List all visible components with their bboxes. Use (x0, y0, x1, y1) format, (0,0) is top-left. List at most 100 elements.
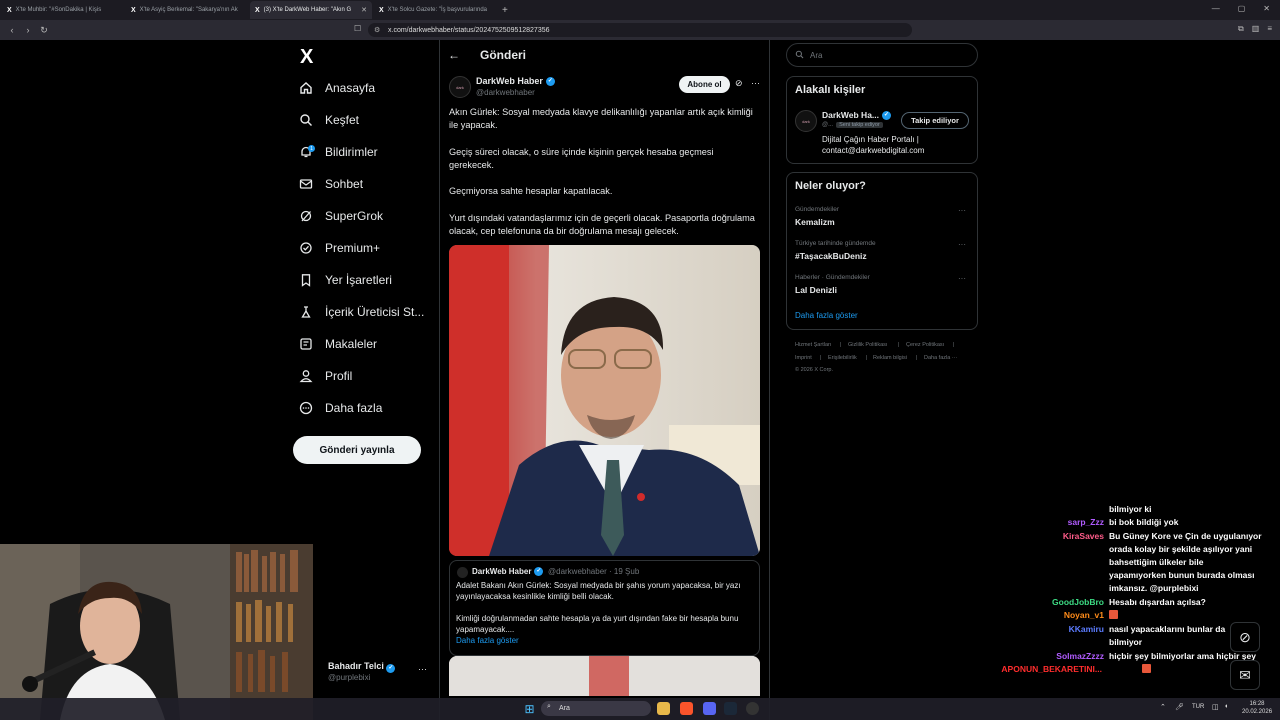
tray-chevron-icon[interactable]: ⌃ (1160, 703, 1166, 711)
home-icon (299, 81, 313, 95)
x-logo-icon: X (7, 6, 12, 14)
nav-supergrok[interactable]: SuperGrok (299, 206, 383, 226)
trends-show-more-link[interactable]: Daha fazla göster (795, 311, 858, 320)
post-button[interactable]: Gönderi yayınla (293, 436, 421, 464)
x-home-logo[interactable]: X (300, 46, 313, 69)
footer-link[interactable]: Reklam bilgisi (873, 355, 907, 361)
tweet-author-handle[interactable]: @darkwebhaber (476, 88, 535, 97)
more-options-icon[interactable]: ··· (751, 78, 760, 88)
account-name[interactable]: Bahadır Telci ✓ (328, 661, 396, 673)
quote-photo[interactable] (449, 656, 760, 696)
browser-extensions: ⧉ ▥ ≡ (1238, 24, 1272, 34)
new-tab-icon[interactable]: + (502, 5, 508, 16)
file-explorer-icon[interactable] (657, 702, 670, 715)
grok-float-button[interactable]: ⊘ (1230, 622, 1260, 652)
footer-link[interactable]: Daha fazla ··· (924, 355, 957, 361)
related-name[interactable]: DarkWeb Ha... ✓ (822, 110, 892, 120)
grok-icon (299, 209, 313, 223)
bookmark-page-icon[interactable]: ☐ (354, 24, 361, 33)
forward-icon[interactable]: › (20, 25, 36, 35)
footer-link[interactable]: Hizmet Şartları (795, 342, 831, 348)
verified-badge-icon: ✓ (545, 76, 555, 86)
close-tab-icon[interactable]: ✕ (361, 6, 367, 14)
follows-you-badge: Seni takip ediyor (836, 122, 883, 128)
verified-badge-icon: ✓ (882, 110, 892, 120)
maximize-icon[interactable]: ▢ (1238, 4, 1246, 13)
steam-icon[interactable] (724, 702, 737, 715)
obs-icon[interactable] (746, 702, 759, 715)
browser-tab[interactable]: X X'te Asyiç Berkemal: "Sakarya'nın Ak (126, 1, 248, 19)
tweet-photo[interactable] (449, 245, 760, 556)
chat-username: KKamiru (1068, 624, 1104, 634)
verified-badge-icon: ✓ (386, 664, 396, 673)
nav-explore[interactable]: Keşfet (299, 110, 359, 130)
taskbar-clock[interactable]: 16:28 20.02.2026 (1242, 700, 1272, 716)
close-window-icon[interactable]: ✕ (1263, 4, 1270, 13)
nav-more[interactable]: Daha fazla (299, 398, 382, 418)
brave-browser-icon[interactable] (680, 702, 693, 715)
microphone-icon[interactable]: 🎤︎ (1175, 703, 1184, 711)
nav-home[interactable]: Anasayfa (299, 78, 375, 98)
tweet-author-name[interactable]: DarkWeb Haber ✓ (476, 76, 555, 86)
taskbar-search[interactable]: Ara (541, 701, 651, 716)
nav-premium[interactable]: Premium+ (299, 238, 380, 258)
site-info-icon[interactable]: ⚙ (374, 26, 380, 34)
chat-message: imkansız. @purplebixi (1109, 583, 1199, 593)
nav-bookmarks[interactable]: Yer İşaretleri (299, 270, 392, 290)
nav-profile[interactable]: Profil (299, 366, 352, 386)
discord-icon[interactable] (703, 702, 716, 715)
browser-tab[interactable]: X X'te Solcu Gazete: "İş başvurularında (374, 1, 496, 19)
windows-start-icon[interactable]: ⊞ (523, 702, 536, 716)
volume-icon[interactable]: ◖ (1224, 703, 1228, 710)
nav-creator-studio[interactable]: İçerik Üreticisi St... (299, 302, 424, 322)
page-title: Gönderi (480, 48, 527, 62)
messages-float-button[interactable]: ✉ (1230, 660, 1260, 690)
related-bio-link[interactable]: contact@darkwebdigital.com (822, 146, 924, 155)
nav-articles[interactable]: Makaleler (299, 334, 377, 354)
chat-username: SolmazZzzz (1056, 651, 1104, 661)
footer-link[interactable]: Çerez Politikası (906, 342, 944, 348)
trend-more-icon[interactable]: ··· (958, 274, 966, 283)
trend-more-icon[interactable]: ··· (958, 206, 966, 215)
browser-tab[interactable]: X X'te Muhbir: "#SonDakika | Kişis (2, 1, 124, 19)
quote-show-more-link[interactable]: Daha fazla göster (456, 636, 519, 645)
minimize-icon[interactable]: — (1212, 4, 1220, 13)
trend-name[interactable]: #TaşacakBuDeniz (795, 251, 867, 261)
sidebar-icon[interactable]: ▥ (1252, 24, 1260, 34)
subscribe-button[interactable]: Abone ol (679, 76, 730, 93)
menu-icon[interactable]: ≡ (1267, 24, 1272, 34)
footer-separator: | (953, 342, 955, 348)
back-icon[interactable]: ‹ (4, 25, 20, 35)
quote-meta: @darkwebhaber · 19 Şub (548, 567, 640, 576)
nav-chat[interactable]: Sohbet (299, 174, 363, 194)
account-more-icon[interactable]: ··· (418, 664, 427, 674)
nav-notifications[interactable]: 1 Bildirimler (299, 142, 378, 162)
related-avatar[interactable]: dark (795, 110, 817, 132)
quote-author-name[interactable]: DarkWeb Haber ✓ (472, 567, 544, 576)
footer-separator: | (898, 342, 900, 348)
network-icon[interactable]: ◫ (1212, 703, 1219, 711)
following-button[interactable]: Takip ediliyor (901, 112, 969, 129)
reload-icon[interactable]: ↻ (36, 25, 52, 36)
mail-icon (299, 177, 313, 191)
chat-message: Hesabı dışardan açılsa? (1109, 597, 1206, 607)
chat-username: KiraSaves (1062, 531, 1104, 541)
footer-separator: | (840, 342, 842, 348)
quote-text: Adalet Bakanı Akın Gürlek: Sosyal medyad… (456, 581, 741, 601)
address-bar[interactable]: ⚙ x.com/darkwebhaber/status/202475250951… (368, 23, 912, 37)
footer-link[interactable]: Erişilebilirlik (828, 355, 857, 361)
footer-link[interactable]: Gizlilik Politikası (848, 342, 887, 348)
extension-icon[interactable]: ⧉ (1238, 24, 1244, 34)
tweet-author-avatar[interactable]: dark (449, 76, 471, 98)
trend-name[interactable]: Lal Denizli (795, 285, 837, 295)
back-arrow-icon[interactable]: ← (448, 48, 460, 62)
keyboard-language[interactable]: TUR (1192, 704, 1204, 710)
grok-icon[interactable]: ⊘ (735, 78, 743, 89)
browser-tab-active[interactable]: X (3) X'te DarkWeb Haber: "Akın G ✕ (250, 1, 372, 19)
tweet-text: Geçiş süreci olacak, o süre içinde kişin… (449, 147, 714, 170)
trend-more-icon[interactable]: ··· (958, 240, 966, 249)
trend-name[interactable]: Kemalizm (795, 217, 835, 227)
search-input[interactable]: Ara (786, 43, 978, 67)
footer-link[interactable]: Imprint (795, 355, 812, 361)
streamer-webcam (0, 544, 313, 720)
